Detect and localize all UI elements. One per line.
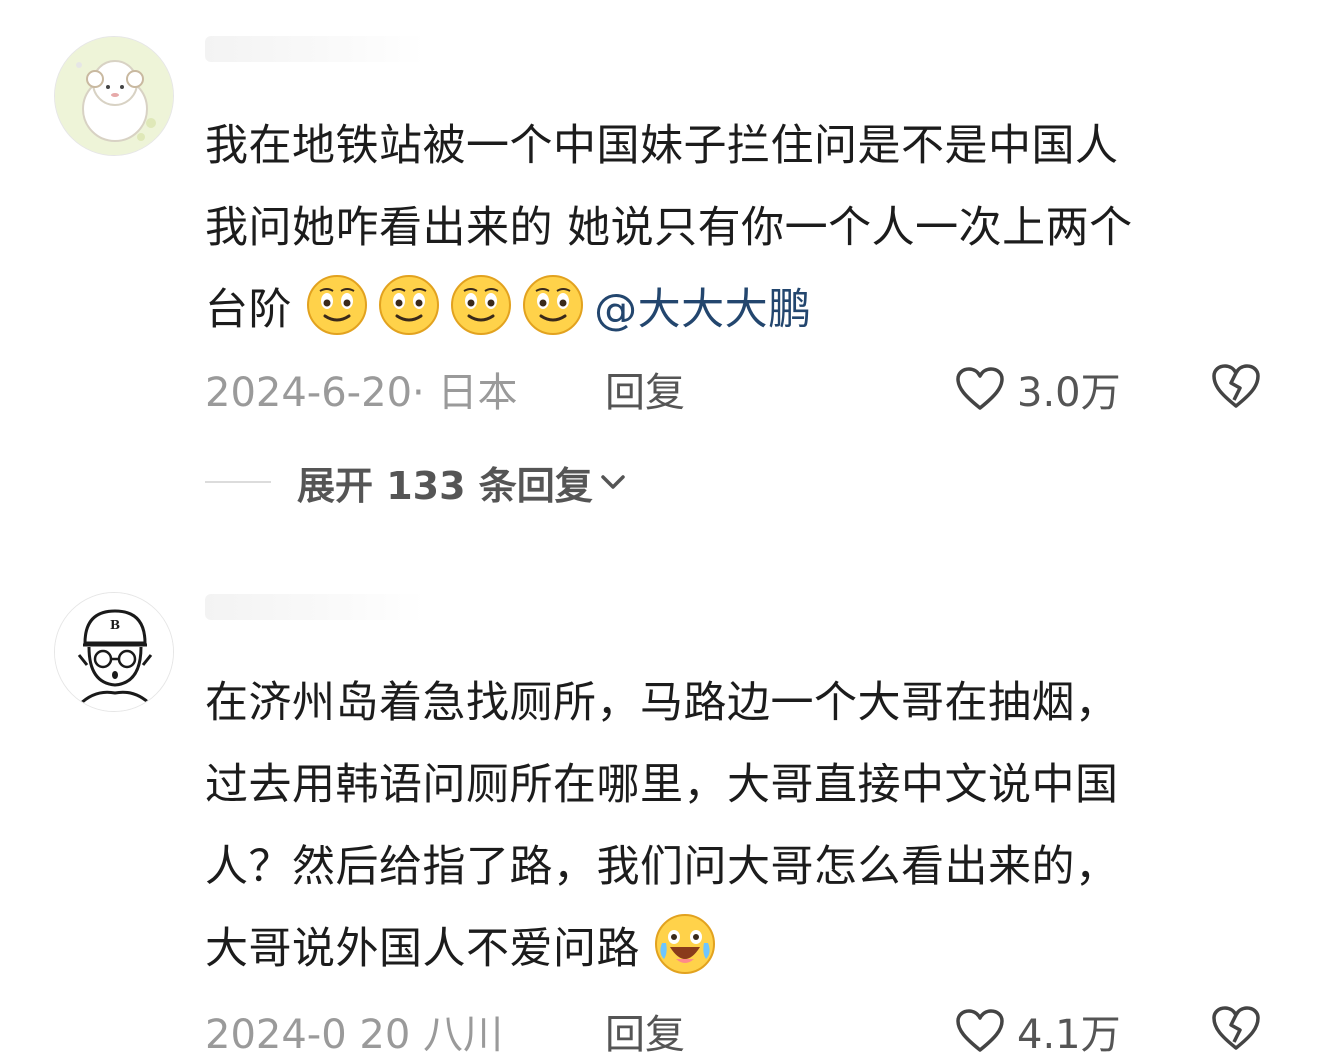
- heart-outline-icon: [956, 1009, 1004, 1052]
- expand-replies-button[interactable]: 展开 133 条回复: [205, 457, 627, 508]
- comment-line-with-emoji: 大哥说外国人不爱问路: [205, 908, 1280, 990]
- comment-date-location: 2024-6-20· 日本: [205, 370, 518, 416]
- username[interactable]: [205, 594, 425, 620]
- divider-line: [205, 481, 271, 483]
- avatar[interactable]: [54, 36, 174, 156]
- comment-text: 在济州岛着急找厕所，马路边一个大哥在抽烟， 过去用韩语问厕所在哪里，大哥直接中文…: [205, 662, 1280, 990]
- comment-text: 我在地铁站被一个中国妹子拦住问是不是中国人 我问她咋看出来的 她说只有你一个人一…: [205, 105, 1280, 351]
- chevron-down-icon: [601, 475, 625, 489]
- comment-line: 在济州岛着急找厕所，马路边一个大哥在抽烟，: [205, 678, 1119, 728]
- like-count: 4.1万: [1017, 1012, 1121, 1058]
- laugh-cry-emoji: [655, 914, 716, 974]
- cartoon-person-avatar-icon: B: [55, 593, 173, 711]
- comment-date-location: 2024-0 20 八川: [205, 1012, 504, 1058]
- smile-emoji: [523, 275, 584, 335]
- comment-line: 人？然后给指了路，我们问大哥怎么看出来的，: [205, 842, 1119, 892]
- smile-emoji: [451, 275, 512, 335]
- like-button[interactable]: 3.0万: [955, 360, 1121, 418]
- heart-outline-icon: [956, 367, 1004, 410]
- smile-emoji: [307, 275, 368, 335]
- comment-line-with-emoji: 台阶 @大大大鹏: [205, 269, 1280, 351]
- comment-meta: 2024-0 20 八川 回复 4.1万: [205, 1002, 1280, 1062]
- expand-replies-label: 展开 133 条回复: [297, 463, 593, 508]
- reply-button[interactable]: 回复: [605, 360, 685, 418]
- dislike-button[interactable]: [1210, 1004, 1262, 1062]
- svg-text:B: B: [110, 618, 120, 632]
- smile-emoji: [379, 275, 440, 335]
- avatar[interactable]: B: [54, 592, 174, 712]
- username[interactable]: [205, 36, 425, 62]
- comment-line: 台阶: [205, 285, 292, 335]
- like-count: 3.0万: [1017, 370, 1121, 416]
- dislike-button[interactable]: [1210, 362, 1262, 420]
- comment-line: 大哥说外国人不爱问路: [205, 924, 640, 974]
- like-button[interactable]: 4.1万: [955, 1002, 1121, 1060]
- comment-line: 过去用韩语问厕所在哪里，大哥直接中文说中国: [205, 760, 1119, 810]
- broken-heart-icon: [1212, 364, 1260, 408]
- reply-button[interactable]: 回复: [605, 1002, 685, 1060]
- broken-heart-icon: [1212, 1006, 1260, 1050]
- comment-line: 我问她咋看出来的 她说只有你一个人一次上两个: [205, 203, 1133, 253]
- sheep-avatar-icon: [55, 37, 173, 155]
- user-mention-link[interactable]: @大大大鹏: [594, 285, 812, 335]
- comment-line: 我在地铁站被一个中国妹子拦住问是不是中国人: [205, 121, 1119, 171]
- comment-meta: 2024-6-20· 日本 回复 3.0万: [205, 360, 1280, 420]
